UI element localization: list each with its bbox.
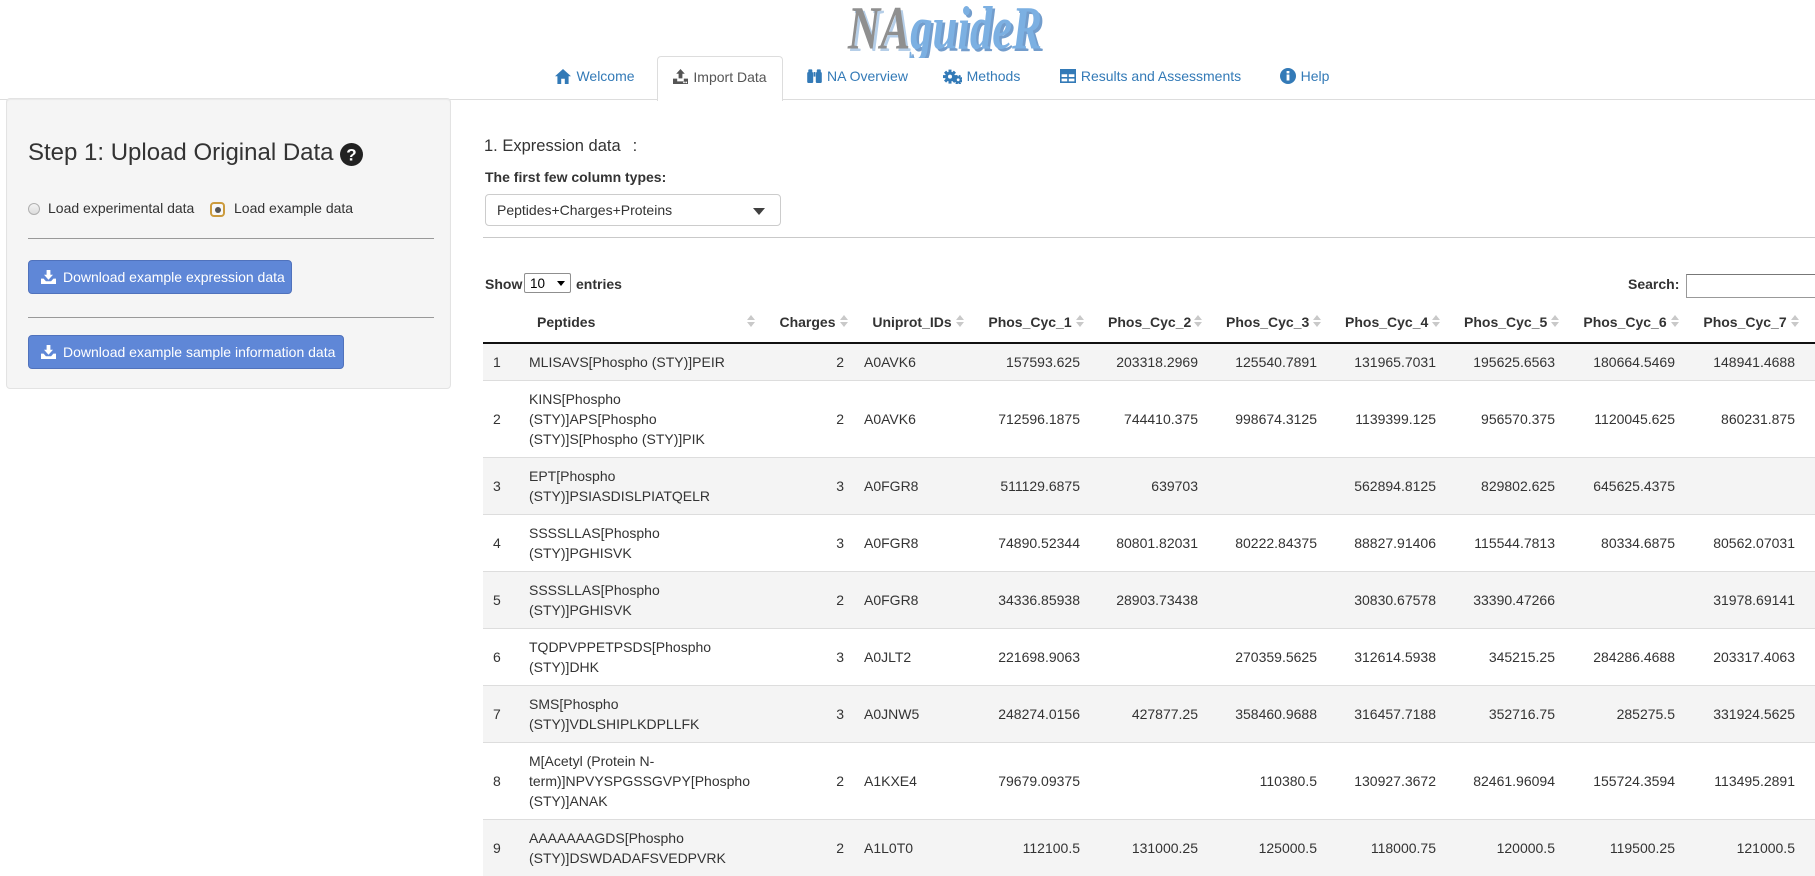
svg-text:?: ? <box>346 145 356 164</box>
svg-text:NAguideR: NAguideR <box>847 0 1042 58</box>
